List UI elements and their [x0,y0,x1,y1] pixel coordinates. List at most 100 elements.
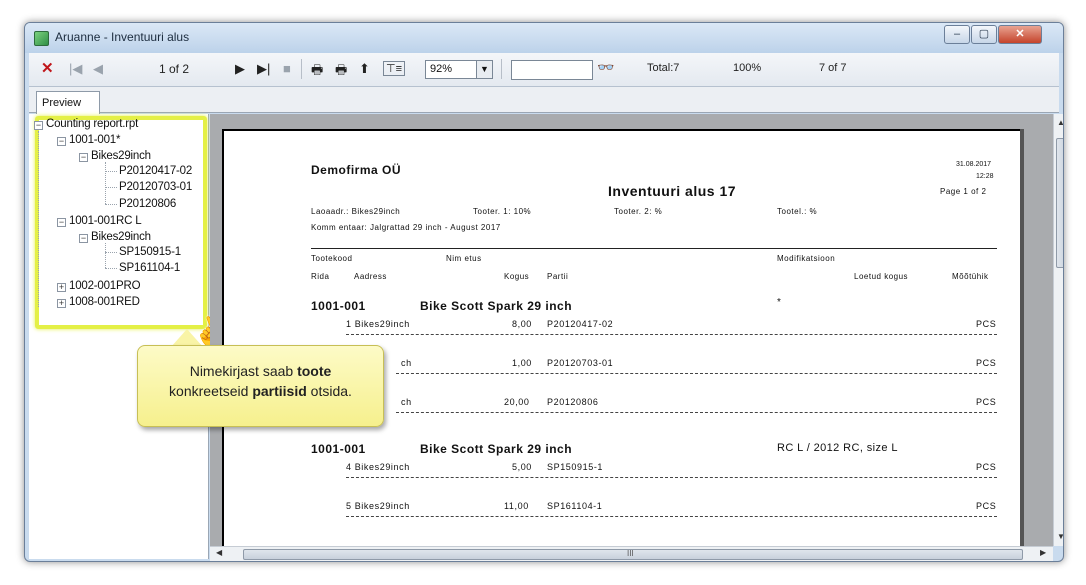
scroll-grip: III [627,549,634,558]
scroll-left-icon[interactable]: ◀ [216,548,222,557]
window-title: Aruanne - Inventuuri alus [55,30,190,44]
tree-leaf[interactable]: P20120417-02 [119,165,192,177]
tree-leaf[interactable]: P20120703-01 [119,181,192,193]
print-setup-icon[interactable]: 🖶 [335,61,347,83]
vertical-scrollbar[interactable]: ▲ ▼ [1053,114,1063,546]
search-input[interactable] [511,60,593,80]
report-date: 31.08.2017 [956,161,992,168]
minimize-button[interactable]: – [944,25,970,44]
tab-preview[interactable]: Preview [36,91,100,114]
scroll-up-icon[interactable]: ▲ [1057,118,1063,127]
app-icon [34,31,49,46]
row-unit: PCS [976,501,997,511]
callout-bold: partiisid [252,383,307,399]
row-address: 4 Bikes29inch [346,462,410,472]
row-lot: P20120806 [547,397,599,407]
zoom-select[interactable]: 92% ▼ [425,60,493,79]
collapse-toggle[interactable]: − [79,153,88,162]
row-unit: PCS [976,462,997,472]
row-address: 5 Bikes29inch [346,501,410,511]
col-loetud: Loetud kogus [854,272,909,281]
row-unit: PCS [976,319,997,329]
tree-line [105,187,117,188]
col-aadress: Aadress [354,272,387,281]
print-icon[interactable]: 🖶 [311,61,323,83]
tree-node[interactable]: 1002-001PRO [69,280,141,292]
horizontal-scroll-thumb[interactable]: III [243,549,1023,560]
report-preview: Demofirma OÜ Inventuuri alus 17 31.08.20… [210,114,1053,546]
row-line [396,373,997,374]
tooter1: Tooter. 1: 10% [473,207,532,216]
tree-line [105,268,117,269]
tree-line [105,162,106,204]
report-title: Inventuuri alus 17 [608,183,737,199]
tree-node[interactable]: Bikes29inch [91,231,151,243]
tree-line [105,204,117,205]
collapse-toggle[interactable]: − [57,137,66,146]
close-button[interactable]: ✕ [998,25,1042,44]
tree-leaf[interactable]: SP161104-1 [119,262,180,274]
group-name: Bike Scott Spark 29 inch [420,299,573,313]
comment: Komm entaar: Jalgrattad 29 inch - August… [311,223,501,232]
tab-bar: Preview [29,87,1059,114]
tree-leaf[interactable]: P20120806 [119,198,176,210]
col-tootekood: Tootekood [311,254,353,263]
horizontal-scrollbar[interactable]: ◀ III ▶ [210,546,1053,561]
row-lot: SP150915-1 [547,462,604,472]
scroll-down-icon[interactable]: ▼ [1057,532,1063,541]
row-qty: 8,00 [512,319,532,329]
callout-text: Nimekirjast saab [189,363,298,379]
group-code: 1001-001 [311,299,366,313]
expand-toggle[interactable]: + [57,299,66,308]
zoom-value: 92% [430,63,453,75]
next-page-icon[interactable]: ▶ [235,61,245,77]
tree-line [105,171,117,172]
row-address: 1 Bikes29inch [346,319,410,329]
prev-page-icon[interactable]: ◀ [93,61,103,77]
callout-text: konkreetseid [169,383,253,399]
tooltip-callout: Nimekirjast saab toote konkreetseid part… [137,345,384,427]
collapse-toggle[interactable]: − [57,218,66,227]
report-page: Demofirma OÜ Inventuuri alus 17 31.08.20… [222,129,1020,546]
row-address: ch [401,358,412,368]
page-number: Page 1 of 2 [940,187,987,196]
last-page-icon[interactable]: ▶| [257,61,270,77]
row-address: ch [401,397,412,407]
stop-icon[interactable]: ■ [283,61,291,76]
first-page-icon[interactable]: |◀ [69,61,82,77]
row-lot: P20120417-02 [547,319,614,329]
group-code: 1001-001 [311,442,366,456]
export-icon[interactable]: ⬆ [359,61,370,77]
tree-node[interactable]: 1001-001RC L [69,215,142,227]
col-nimetus: Nim etus [446,254,482,263]
tree-root[interactable]: Counting report.rpt [46,118,138,130]
percent-complete: 100% [733,62,762,74]
vertical-scroll-thumb[interactable] [1056,138,1063,268]
tree-node[interactable]: 1001-001* [69,134,120,146]
group-name: Bike Scott Spark 29 inch [420,442,573,456]
col-mootuhik: Mõõtühik [952,272,989,281]
page-indicator: 1 of 2 [159,62,190,76]
row-qty: 20,00 [504,397,530,407]
collapse-toggle[interactable]: − [79,234,88,243]
tree-line [38,131,39,307]
total-count: Total:7 [647,62,680,74]
tree-node[interactable]: Bikes29inch [91,150,151,162]
collapse-toggle[interactable]: − [34,121,43,130]
col-modifikatsioon: Modifikatsioon [777,254,836,263]
col-rida: Rida [311,272,330,281]
title-bar: Aruanne - Inventuuri alus – ▢ ✕ [25,23,1063,53]
close-report-icon[interactable]: ✕ [41,59,54,77]
maximize-button[interactable]: ▢ [971,25,997,44]
toolbar: ✕ |◀ ◀ 1 of 2 ▶ ▶| ■ 🖶 🖶 ⬆ ⊤≡ 92% ▼ 👓 To… [29,53,1059,87]
chevron-down-icon[interactable]: ▼ [476,61,492,78]
expand-toggle[interactable]: + [57,283,66,292]
tree-line [105,243,106,268]
tree-node[interactable]: 1008-001RED [69,296,140,308]
records-count: 7 of 7 [819,62,847,74]
binoculars-icon[interactable]: 👓 [597,59,614,76]
tree-leaf[interactable]: SP150915-1 [119,246,181,258]
toolbar-separator [501,59,502,79]
scroll-right-icon[interactable]: ▶ [1040,548,1046,557]
toggle-tree-icon[interactable]: ⊤≡ [383,61,406,76]
